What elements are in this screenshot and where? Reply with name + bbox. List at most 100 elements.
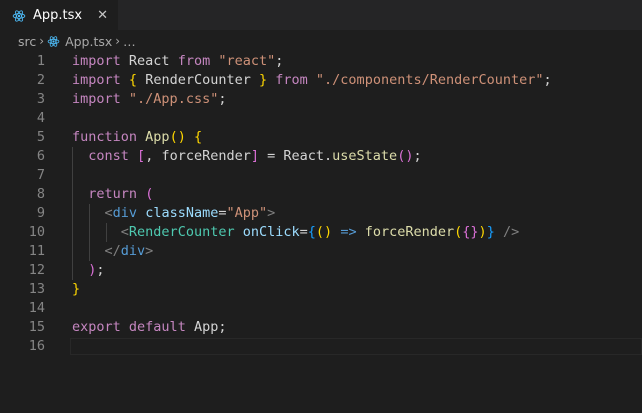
code-text: }	[72, 280, 80, 299]
tab-app-tsx[interactable]: App.tsx ✕	[0, 0, 118, 30]
code-token: <	[120, 224, 129, 240]
code-token: ;	[275, 53, 284, 69]
code-editor[interactable]: 1 import React from "react"; 2 import { Ren…	[0, 52, 642, 413]
code-line[interactable]: 5 function App() {	[0, 128, 642, 147]
code-token: "./App.css"	[128, 91, 219, 107]
line-number: 15	[28, 319, 45, 335]
code-line[interactable]: 6 const [, forceRender] = React.useState…	[0, 147, 642, 166]
code-token: >	[267, 205, 276, 221]
code-token: }	[258, 72, 268, 88]
breadcrumb-file[interactable]: App.tsx	[65, 34, 112, 49]
react-icon	[12, 9, 26, 22]
chevron-right-icon: ›	[115, 34, 121, 48]
code-token: }	[486, 224, 495, 240]
code-token: ]	[250, 148, 259, 164]
code-token: , forceRender	[145, 148, 251, 164]
code-token: "react"	[218, 53, 276, 69]
code-token: RenderCounter	[137, 72, 259, 88]
code-token: {	[307, 224, 316, 240]
chevron-right-icon: ›	[39, 34, 45, 48]
code-token: [	[137, 148, 146, 164]
code-line[interactable]: 3 import "./App.css";	[0, 90, 642, 109]
code-token: "App"	[226, 205, 268, 221]
code-token: const	[88, 148, 129, 164]
close-icon[interactable]: ✕	[97, 8, 108, 23]
breadcrumb: src › App.tsx › …	[0, 30, 642, 52]
code-token: default	[128, 319, 186, 335]
breadcrumb-folder[interactable]: src	[18, 34, 36, 49]
code-token: function	[72, 129, 138, 145]
code-token: )	[478, 224, 487, 240]
line-number: 1	[36, 53, 45, 69]
line-number: 7	[36, 167, 45, 183]
code-line[interactable]: 4	[0, 109, 642, 128]
code-token: }	[72, 281, 81, 297]
code-token: from	[275, 72, 308, 88]
code-line[interactable]: 11 </div>	[0, 242, 642, 261]
code-text: <div className="App">	[72, 204, 276, 223]
code-text: export default App;	[72, 318, 226, 337]
code-token: {	[193, 129, 203, 145]
line-number: 13	[28, 281, 45, 297]
line-number: 2	[36, 72, 45, 88]
code-token: className	[145, 205, 219, 221]
code-token: ()	[169, 129, 186, 145]
code-token: import	[72, 53, 121, 69]
code-text: import React from "react";	[72, 52, 283, 71]
code-text: function App() {	[72, 128, 202, 147]
code-token: ()	[315, 224, 333, 240]
code-line[interactable]: 2 import { RenderCounter } from "./compon…	[0, 71, 642, 90]
code-token: <	[104, 205, 113, 221]
code-text: );	[72, 261, 104, 280]
line-number: 4	[36, 110, 45, 126]
line-number: 6	[36, 148, 45, 164]
tab-bar: App.tsx ✕	[0, 0, 642, 30]
code-token: </	[104, 243, 121, 259]
code-token: >	[145, 243, 154, 259]
code-token: {	[128, 72, 138, 88]
code-token: return	[88, 186, 138, 202]
code-line[interactable]: 7	[0, 166, 642, 185]
code-token: div	[120, 243, 146, 259]
line-number: 14	[28, 300, 45, 316]
code-line[interactable]: 9 <div className="App">	[0, 204, 642, 223]
code-token: App;	[185, 319, 227, 335]
code-token: useState	[332, 148, 398, 164]
code-line[interactable]: 15 export default App;	[0, 318, 642, 337]
code-line[interactable]: 14	[0, 299, 642, 318]
code-line[interactable]: 16	[0, 337, 642, 356]
code-token: />	[502, 224, 520, 240]
code-line[interactable]: 1 import React from "react";	[0, 52, 642, 71]
code-line[interactable]: 8 return (	[0, 185, 642, 204]
code-token: RenderCounter	[128, 224, 235, 240]
code-token: App	[145, 129, 170, 145]
line-number: 10	[28, 224, 45, 240]
code-token: import	[72, 91, 121, 107]
code-line[interactable]: 10 <RenderCounter onClick={() => forceRe…	[0, 223, 642, 242]
code-line[interactable]: 13}	[0, 280, 642, 299]
code-token: export	[72, 319, 121, 335]
code-text: const [, forceRender] = React.useState()…	[72, 147, 421, 166]
code-text: <RenderCounter onClick={() => forceRende…	[72, 223, 519, 242]
breadcrumb-more[interactable]: …	[123, 34, 136, 49]
code-token: from	[177, 53, 211, 69]
react-icon	[47, 35, 60, 47]
line-number: 5	[36, 129, 45, 145]
code-token: import	[72, 72, 121, 88]
code-line[interactable]: 12 );	[0, 261, 642, 280]
